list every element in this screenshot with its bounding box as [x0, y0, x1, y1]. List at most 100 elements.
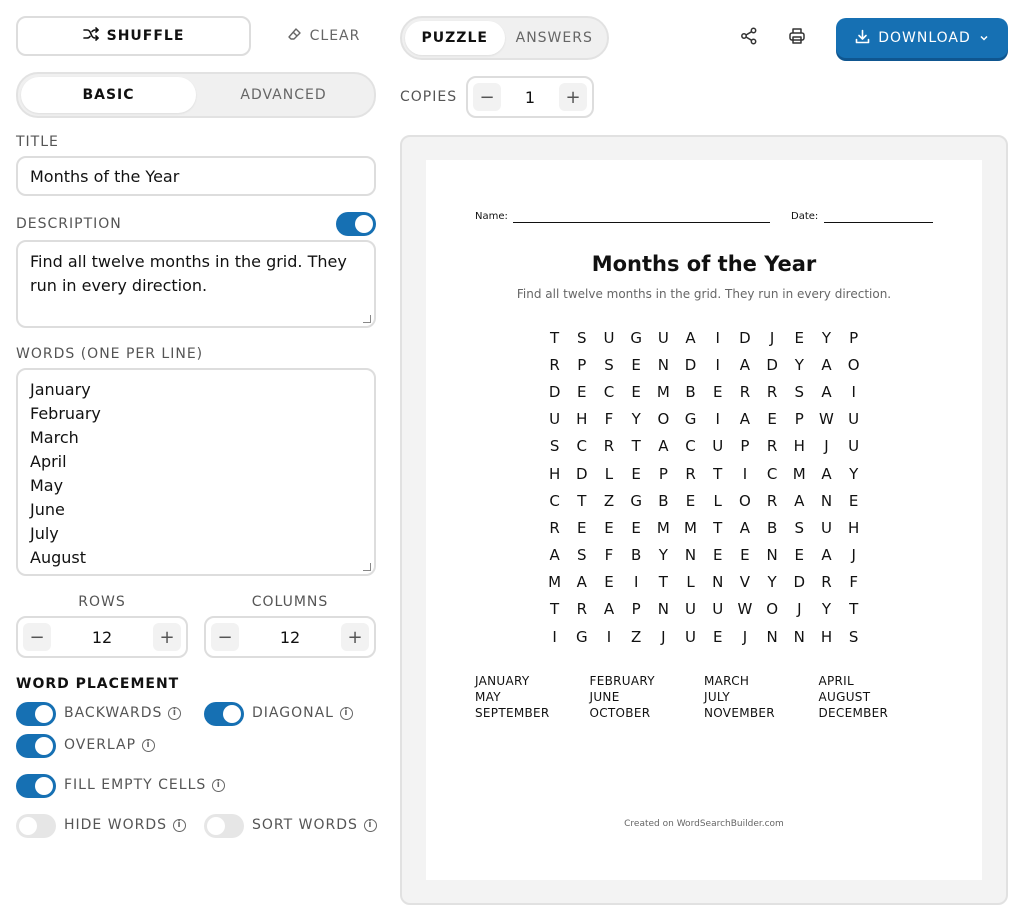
puzzle-title: Months of the Year — [591, 252, 817, 276]
chevron-down-icon — [979, 30, 989, 46]
grid-cell: F — [849, 573, 858, 592]
word-list-item: FEBRUARY — [589, 674, 655, 688]
description-toggle[interactable] — [336, 212, 376, 236]
info-icon[interactable]: i — [363, 818, 377, 832]
fill-empty-toggle[interactable] — [16, 774, 56, 798]
hide-words-toggle[interactable] — [16, 814, 56, 838]
grid-cell: F — [604, 410, 614, 429]
grid-cell: E — [740, 546, 750, 565]
copies-value[interactable]: 1 — [525, 88, 535, 107]
grid-cell: D — [739, 328, 751, 347]
grid-cell: D — [548, 382, 561, 401]
columns-increment-button[interactable]: + — [340, 623, 369, 651]
rows-stepper: − 12 + — [16, 616, 188, 658]
copies-label: COPIES — [400, 89, 458, 105]
grid-cell: J — [851, 546, 856, 565]
description-input-value: Find all twelve months in the grid. They… — [30, 252, 347, 295]
grid-cell: N — [684, 546, 697, 565]
info-icon[interactable]: i — [142, 738, 156, 752]
grid-cell: L — [713, 491, 722, 510]
grid-cell: A — [603, 600, 615, 619]
words-label: WORDS (ONE PER LINE) — [16, 346, 204, 362]
grid-cell: E — [712, 627, 723, 646]
resize-handle[interactable] — [363, 563, 371, 571]
diagonal-option: DIAGONAL i — [252, 705, 353, 721]
info-icon[interactable]: i — [339, 706, 353, 720]
clear-button[interactable]: CLEAR — [278, 16, 370, 56]
tab-puzzle[interactable]: PUZZLE — [405, 21, 505, 55]
resize-handle[interactable] — [363, 315, 371, 323]
columns-value[interactable]: 12 — [280, 628, 300, 647]
info-icon[interactable]: i — [168, 706, 182, 720]
sort-words-toggle[interactable] — [204, 814, 244, 838]
grid-cell: Z — [603, 491, 615, 510]
grid-cell: M — [684, 518, 697, 537]
word-list-item: APRIL — [818, 674, 855, 688]
rows-increment-button[interactable]: + — [152, 623, 181, 651]
grid-cell: T — [577, 491, 587, 510]
grid-cell: U — [848, 410, 860, 429]
print-button[interactable] — [781, 22, 813, 54]
grid-cell: U — [657, 328, 669, 347]
grid-cell: I — [606, 627, 612, 646]
sort-words-option: SORT WORDS i — [252, 817, 377, 833]
grid-cell: J — [742, 627, 748, 646]
overlap-toggle[interactable] — [16, 734, 56, 758]
grid-cell: R — [766, 491, 778, 510]
tab-basic[interactable]: BASIC — [21, 77, 196, 113]
shuffle-button[interactable]: SHUFFLE — [16, 16, 251, 56]
copies-decrement-button[interactable]: − — [473, 83, 501, 111]
grid-cell: A — [739, 518, 751, 537]
grid-cell: J — [824, 437, 829, 456]
word-list-item: NOVEMBER — [704, 706, 775, 720]
backwards-toggle[interactable] — [16, 702, 56, 726]
info-icon[interactable]: i — [173, 818, 186, 832]
grid-cell: S — [549, 437, 560, 456]
clear-label: CLEAR — [309, 28, 361, 44]
grid-cell: U — [603, 328, 615, 347]
grid-cell: E — [577, 382, 587, 401]
grid-cell: Y — [658, 546, 668, 565]
info-icon[interactable]: i — [212, 778, 226, 792]
grid-cell: Y — [849, 464, 859, 483]
grid-cell: E — [685, 491, 696, 510]
date-label: Date: — [791, 211, 819, 222]
grid-cell: B — [658, 491, 669, 510]
backwards-label: BACKWARDS — [64, 705, 163, 721]
copies-increment-button[interactable]: + — [559, 83, 587, 111]
grid-cell: P — [577, 355, 587, 374]
grid-cell: Y — [794, 355, 804, 374]
tab-advanced[interactable]: ADVANCED — [196, 77, 371, 113]
grid-cell: E — [604, 573, 614, 592]
grid-cell: H — [548, 464, 561, 483]
grid-cell: T — [550, 600, 560, 619]
grid-cell: S — [848, 627, 859, 646]
grid-cell: O — [657, 410, 670, 429]
share-button[interactable] — [733, 22, 765, 54]
rows-decrement-button[interactable]: − — [23, 623, 51, 651]
word-line: January — [30, 380, 91, 399]
download-button[interactable]: DOWNLOAD — [836, 18, 1008, 58]
grid-cell: E — [631, 518, 641, 537]
grid-cell: T — [658, 573, 668, 592]
grid-cell: D — [766, 355, 778, 374]
word-list-item: DECEMBER — [818, 706, 889, 720]
word-list-item: JANUARY — [475, 674, 530, 688]
grid-cell: D — [793, 573, 806, 592]
word-line: June — [30, 500, 65, 519]
word-line: May — [30, 476, 64, 495]
words-input[interactable]: January February March April May June Ju… — [16, 368, 376, 576]
grid-cell: V — [739, 573, 751, 592]
columns-decrement-button[interactable]: − — [211, 623, 239, 651]
diagonal-toggle[interactable] — [204, 702, 244, 726]
title-input[interactable]: Months of the Year — [16, 156, 376, 196]
tab-answers[interactable]: ANSWERS — [505, 21, 605, 55]
grid-cell: A — [821, 355, 832, 374]
grid-cell: D — [684, 355, 697, 374]
description-input[interactable]: Find all twelve months in the grid. They… — [16, 240, 376, 328]
rows-value[interactable]: 12 — [92, 628, 112, 647]
grid-cell: R — [739, 382, 751, 401]
grid-cell: I — [715, 328, 720, 347]
preview-panel: Name: Date: Months of the Year Find all … — [400, 135, 1008, 905]
grid-cell: U — [848, 437, 860, 456]
